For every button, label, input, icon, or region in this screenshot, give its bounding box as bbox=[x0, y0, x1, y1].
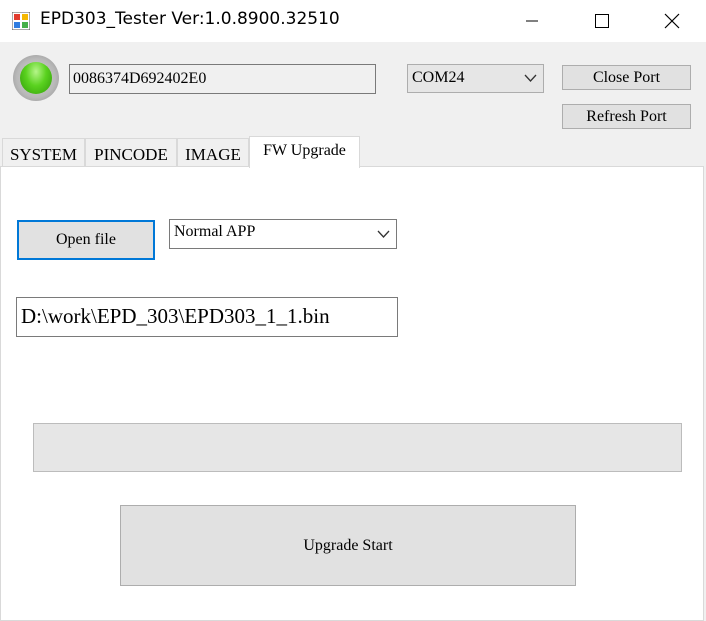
app-mode-select[interactable]: Normal APP bbox=[169, 219, 397, 249]
maximize-button[interactable] bbox=[570, 0, 634, 42]
com-port-value: COM24 bbox=[412, 69, 465, 86]
upgrade-progress-bar bbox=[33, 423, 682, 472]
file-path-field[interactable]: D:\work\EPD_303\EPD303_1_1.bin bbox=[16, 297, 398, 337]
device-id-field[interactable]: 0086374D692402E0 bbox=[69, 64, 376, 94]
close-button[interactable] bbox=[640, 0, 704, 42]
status-led-icon bbox=[13, 55, 59, 101]
status-led-light bbox=[20, 62, 52, 94]
app-mode-value: Normal APP bbox=[174, 223, 256, 240]
tab-fw-upgrade[interactable]: FW Upgrade bbox=[249, 136, 360, 168]
refresh-port-button[interactable]: Refresh Port bbox=[562, 104, 691, 129]
open-file-button[interactable]: Open file bbox=[17, 220, 155, 260]
window-title: EPD303_Tester Ver:1.0.8900.32510 bbox=[40, 9, 340, 29]
maximize-icon bbox=[595, 14, 609, 28]
minimize-button[interactable] bbox=[500, 0, 564, 42]
close-icon bbox=[664, 13, 680, 29]
fw-upgrade-panel: Open file Normal APP D:\work\EPD_303\EPD… bbox=[0, 166, 704, 621]
tab-bar: SYSTEM PINCODE IMAGE FW Upgrade bbox=[0, 136, 706, 168]
chevron-down-icon bbox=[524, 74, 537, 82]
chevron-down-icon bbox=[377, 230, 390, 238]
tab-pincode[interactable]: PINCODE bbox=[85, 138, 177, 167]
com-port-select[interactable]: COM24 bbox=[407, 64, 544, 93]
tab-system[interactable]: SYSTEM bbox=[2, 138, 85, 167]
app-icon bbox=[12, 12, 30, 30]
close-port-button[interactable]: Close Port bbox=[562, 65, 691, 90]
tab-image[interactable]: IMAGE bbox=[177, 138, 249, 167]
title-bar: EPD303_Tester Ver:1.0.8900.32510 bbox=[0, 0, 706, 42]
minimize-icon bbox=[526, 20, 538, 22]
upgrade-start-button[interactable]: Upgrade Start bbox=[120, 505, 576, 586]
